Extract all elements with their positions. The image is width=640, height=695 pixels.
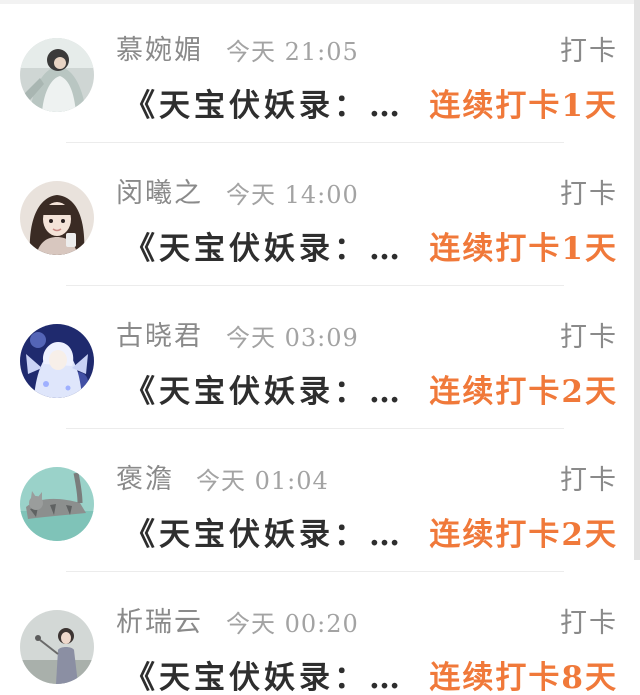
streak-badge: 连续打卡1天 xyxy=(429,231,618,267)
list-item[interactable]: 古晓君 今天 03:09 打卡 《天宝伏妖录：… 连续打卡2天 xyxy=(0,286,634,429)
checkin-action-label: 打卡 xyxy=(560,465,618,496)
avatar-girl-white-dress-icon[interactable] xyxy=(20,38,94,112)
list-item[interactable]: 慕婉媚 今天 21:05 打卡 《天宝伏妖录：… 连续打卡1天 xyxy=(0,0,634,143)
book-title[interactable]: 《天宝伏妖录：… xyxy=(124,652,404,695)
checkin-action-label: 打卡 xyxy=(560,36,618,67)
checkin-time: 今天 14:00 xyxy=(226,181,359,209)
user-name[interactable]: 析瑞云 xyxy=(116,600,203,639)
book-title[interactable]: 《天宝伏妖录：… xyxy=(124,366,404,411)
user-name[interactable]: 慕婉媚 xyxy=(116,28,203,67)
book-title[interactable]: 《天宝伏妖录：… xyxy=(124,509,404,554)
user-name[interactable]: 闵曦之 xyxy=(116,171,203,210)
scrollbar[interactable] xyxy=(634,0,640,560)
book-title[interactable]: 《天宝伏妖录：… xyxy=(124,223,404,268)
checkin-time: 今天 21:05 xyxy=(226,38,359,66)
checkin-action-label: 打卡 xyxy=(560,322,618,353)
avatar-girl-selfie-icon[interactable] xyxy=(20,181,94,255)
checkin-time: 今天 00:20 xyxy=(226,610,359,638)
checkin-page: 慕婉媚 今天 21:05 打卡 《天宝伏妖录：… 连续打卡1天 闵曦之 今天 1… xyxy=(0,0,640,695)
avatar-cat-icon[interactable] xyxy=(20,467,94,541)
streak-badge: 连续打卡2天 xyxy=(429,374,618,410)
list-item[interactable]: 析瑞云 今天 00:20 打卡 《天宝伏妖录：… 连续打卡8天 xyxy=(0,572,634,695)
checkin-time: 今天 03:09 xyxy=(226,324,359,352)
user-name[interactable]: 古晓君 xyxy=(116,314,203,353)
avatar-child-icon[interactable] xyxy=(20,610,94,684)
avatar-anime-angel-icon[interactable] xyxy=(20,324,94,398)
list-item[interactable]: 闵曦之 今天 14:00 打卡 《天宝伏妖录：… 连续打卡1天 xyxy=(0,143,634,286)
checkin-action-label: 打卡 xyxy=(560,608,618,639)
checkin-action-label: 打卡 xyxy=(560,179,618,210)
streak-badge: 连续打卡8天 xyxy=(429,660,618,695)
book-title[interactable]: 《天宝伏妖录：… xyxy=(124,80,404,125)
streak-badge: 连续打卡2天 xyxy=(429,517,618,553)
user-name[interactable]: 褒澹 xyxy=(116,457,174,496)
checkin-time: 今天 01:04 xyxy=(196,467,329,495)
streak-badge: 连续打卡1天 xyxy=(429,88,618,124)
list-item[interactable]: 褒澹 今天 01:04 打卡 《天宝伏妖录：… 连续打卡2天 xyxy=(0,429,634,572)
